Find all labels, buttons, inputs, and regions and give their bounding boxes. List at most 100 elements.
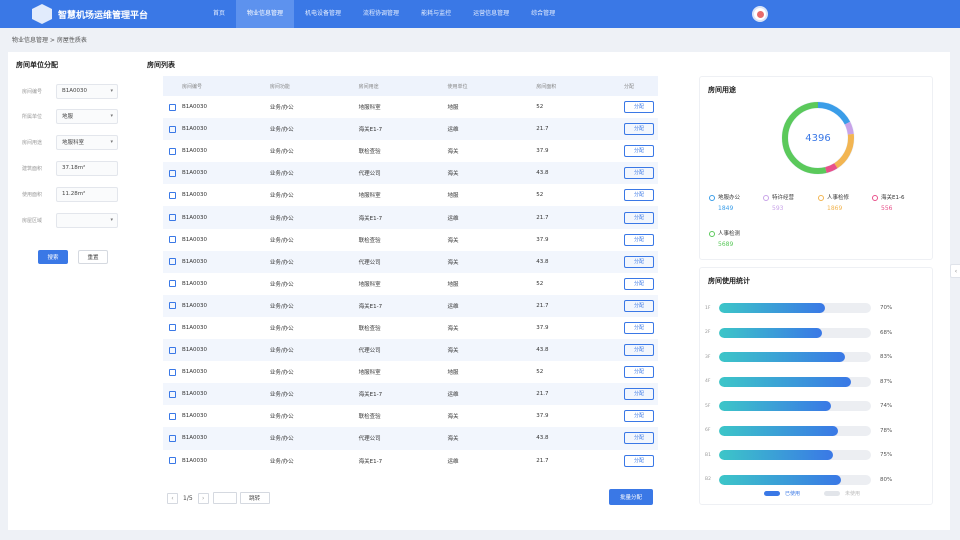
assign-button[interactable]: 分配 (623, 101, 654, 114)
nav-item-workflow[interactable]: 流程协调管理 (352, 0, 410, 28)
assign-button[interactable]: 分配 (623, 277, 654, 290)
table-row[interactable]: B1A0030 业务/办公 海关E1-7 运维 21.7 分配 (163, 206, 658, 229)
row-checkbox[interactable] (169, 390, 176, 398)
table-row[interactable]: B1A0030 业务/办公 联检查验 海关 37.9 分配 (163, 405, 658, 427)
row-checkbox[interactable] (169, 125, 176, 133)
usage-stats-card: 房间使用统计 1F 70% 2F 68% 3F 83% 4F 87% 5F 74% 6F 78% B1 7… (699, 267, 933, 505)
assign-button[interactable]: 分配 (623, 167, 654, 180)
table-row[interactable]: B1A0030 业务/办公 海关E1-7 运维 21.7 分配 (163, 118, 658, 141)
usable-area-input[interactable]: 11.28m² (56, 186, 118, 202)
bar-label: 6F (705, 428, 711, 433)
table-row[interactable]: B1A0030 业务/办公 联检查验 海关 37.9 分配 (163, 140, 658, 162)
row-checkbox[interactable] (169, 412, 176, 420)
assign-cell: 分配 (618, 361, 658, 383)
row-checkbox[interactable] (169, 434, 176, 442)
table-cell: 海关 (447, 325, 459, 332)
search-button[interactable]: 搜索 (38, 250, 68, 264)
row-checkbox[interactable] (169, 191, 176, 199)
table-cell: 海关E1-7 (352, 206, 442, 229)
building-area-input[interactable]: 37.18m² (56, 160, 118, 176)
row-checkbox[interactable] (169, 169, 176, 177)
nav-item-energy[interactable]: 能耗与监控 (410, 0, 462, 28)
assign-button[interactable]: 分配 (623, 344, 654, 357)
row-checkbox[interactable] (169, 103, 176, 111)
row-checkbox[interactable] (169, 302, 176, 310)
nav-item-general[interactable]: 综合管理 (520, 0, 566, 28)
table-row[interactable]: B1A0030 业务/办公 代理公司 海关 43.8 分配 (163, 427, 658, 450)
nav-item-operations[interactable]: 运营信息管理 (462, 0, 520, 28)
reset-button[interactable]: 重置 (78, 250, 108, 264)
table-row[interactable]: B1A0030 业务/办公 海关E1-7 运维 21.7 分配 (163, 294, 658, 317)
assign-button[interactable]: 分配 (623, 388, 654, 401)
table-cell: 业务/办公 (263, 339, 353, 362)
filter-label: 所属单位 (22, 113, 43, 120)
legend-value: 1869 (827, 205, 843, 212)
nav-item-home[interactable]: 首页 (202, 0, 236, 28)
table-cell: 业务/办公 (269, 458, 294, 465)
usage-bar-row: 5F 74% (705, 400, 925, 412)
row-checkbox[interactable] (169, 346, 176, 354)
room-number-select[interactable]: B1A0030 ▾ (56, 83, 118, 99)
nav-item-equipment[interactable]: 机电设备管理 (294, 0, 352, 28)
collapse-arrow-button[interactable]: ‹ (950, 264, 960, 278)
row-checkbox[interactable] (169, 236, 176, 244)
table-cell: 业务/办公 (269, 325, 294, 332)
usage-legend-item: 人事检修 1869 (818, 193, 849, 212)
row-checkbox[interactable] (169, 457, 176, 465)
bar-fill (719, 474, 841, 485)
assign-button[interactable]: 分配 (623, 123, 654, 136)
table-cell: B1A0030 (176, 118, 264, 141)
row-checkbox[interactable] (169, 214, 176, 222)
assign-button[interactable]: 分配 (623, 321, 654, 334)
bar-label: 4F (705, 379, 711, 384)
table-row[interactable]: B1A0030 业务/办公 地服科室 地服 52 分配 (163, 273, 658, 295)
table-cell: 52 (536, 369, 544, 376)
usage-bar-row: 3F 83% (705, 351, 925, 363)
table-row[interactable]: B1A0030 业务/办公 海关E1-7 运维 21.7 分配 (163, 383, 658, 406)
prev-page-button[interactable]: ‹ (167, 492, 178, 504)
table-header-row: 房间编号 房间功能 房间用途 使用单位 房间面积 分配 (163, 76, 658, 96)
user-avatar[interactable] (752, 6, 768, 22)
legend-label: 未使用 (845, 491, 861, 497)
assign-button[interactable]: 分配 (623, 145, 654, 158)
row-checkbox[interactable] (169, 258, 176, 266)
assign-button[interactable]: 分配 (623, 233, 654, 246)
assign-cell: 分配 (618, 405, 658, 427)
page-jump-button[interactable]: 跳转 (239, 492, 270, 504)
assign-button[interactable]: 分配 (623, 299, 654, 312)
row-checkbox[interactable] (169, 368, 176, 376)
legend-label: 地服办公 (718, 195, 741, 201)
assign-button[interactable]: 分配 (623, 432, 654, 445)
nav-item-property[interactable]: 物业信息管理 (236, 0, 295, 28)
page-jump-input[interactable] (212, 492, 237, 504)
next-page-button[interactable]: › (197, 492, 209, 504)
row-checkbox[interactable] (169, 324, 176, 332)
assign-button[interactable]: 分配 (623, 454, 654, 467)
region-select[interactable]: ▾ (56, 212, 118, 228)
assign-button[interactable]: 分配 (623, 255, 654, 268)
table-row[interactable]: B1A0030 业务/办公 联检查验 海关 37.9 分配 (163, 317, 658, 339)
table-row[interactable]: B1A0030 业务/办公 联检查验 海关 37.9 分配 (163, 229, 658, 251)
app-logo[interactable]: 智慧机场运维管理平台 (32, 4, 202, 24)
batch-assign-button[interactable]: 批量分配 (609, 489, 653, 505)
purpose-select[interactable]: 地服科室 ▾ (56, 134, 118, 150)
select-value: 地服 (62, 114, 74, 120)
assign-button[interactable]: 分配 (623, 366, 654, 379)
unit-select[interactable]: 地服 ▾ (56, 108, 118, 124)
table-row[interactable]: B1A0030 业务/办公 代理公司 海关 43.8 分配 (163, 162, 658, 185)
row-checkbox[interactable] (169, 280, 176, 288)
assign-button[interactable]: 分配 (623, 189, 654, 202)
table-row[interactable]: B1A0030 业务/办公 地服科室 地服 52 分配 (163, 96, 658, 118)
table-cell: B1A0030 (176, 250, 264, 273)
table-row[interactable]: B1A0030 业务/办公 代理公司 海关 43.8 分配 (163, 339, 658, 362)
assign-button[interactable]: 分配 (623, 410, 654, 423)
row-checkbox[interactable] (169, 147, 176, 155)
table-row[interactable]: B1A0030 业务/办公 地服科室 地服 52 分配 (163, 184, 658, 206)
table-cell: 业务/办公 (269, 193, 294, 200)
table-row[interactable]: B1A0030 业务/办公 海关E1-7 运维 21.7 分配 (163, 450, 658, 472)
table-row[interactable]: B1A0030 业务/办公 代理公司 海关 43.8 分配 (163, 250, 658, 273)
row-select-cell (163, 427, 176, 450)
table-row[interactable]: B1A0030 业务/办公 地服科室 地服 52 分配 (163, 361, 658, 383)
assign-button[interactable]: 分配 (623, 211, 654, 224)
table-cell: 业务/办公 (263, 162, 353, 185)
